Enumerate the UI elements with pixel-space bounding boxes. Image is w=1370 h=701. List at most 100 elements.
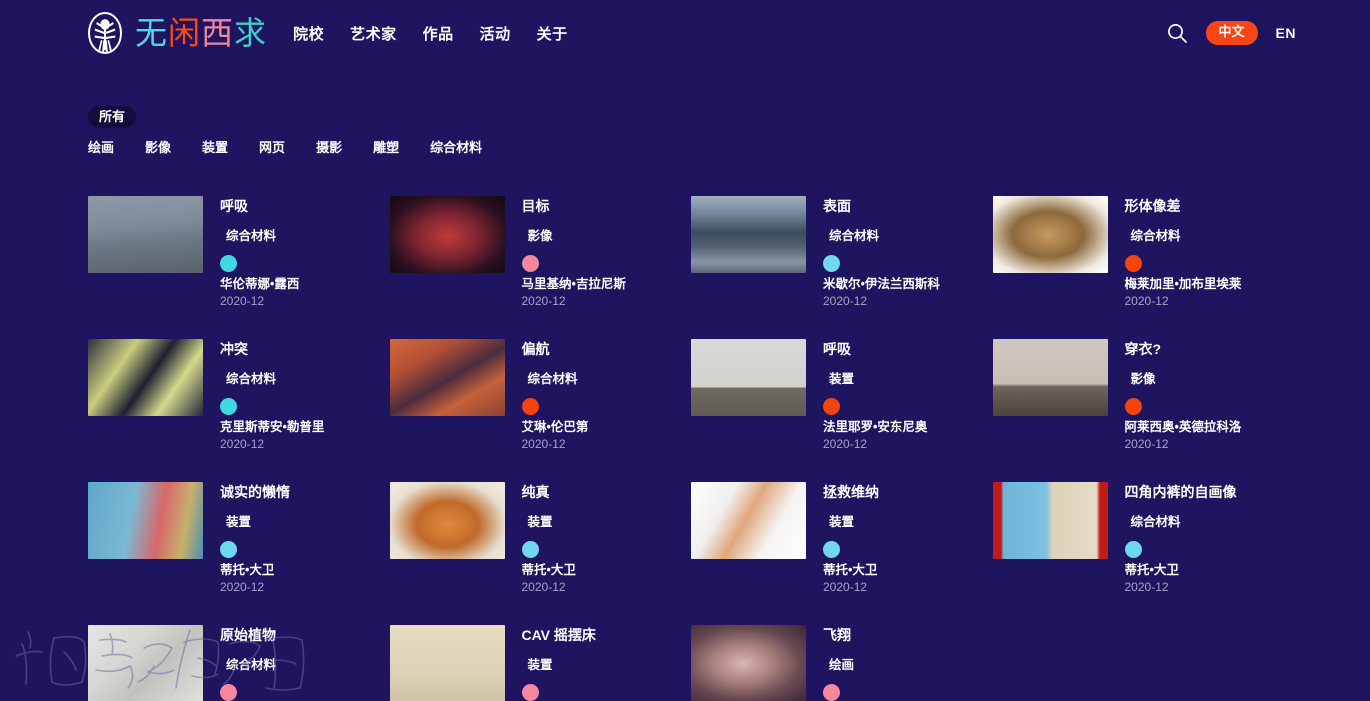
work-card[interactable]: 原始植物综合材料朱利亚纳•斯托里诺2020-12 bbox=[88, 625, 390, 701]
work-date: 2020-12 bbox=[522, 437, 589, 451]
nav-item-events[interactable]: 活动 bbox=[480, 23, 511, 44]
work-card[interactable]: 四角内裤的自画像综合材料蒂托•大卫2020-12 bbox=[993, 482, 1295, 594]
thumb-dressing-video[interactable] bbox=[993, 339, 1108, 416]
thumb-cav-rocking-bed-installation[interactable] bbox=[390, 625, 505, 701]
work-title[interactable]: 原始植物 bbox=[220, 627, 324, 643]
filter-chip-photography[interactable]: 摄影 bbox=[316, 137, 342, 156]
nav-item-artists[interactable]: 艺术家 bbox=[350, 23, 397, 44]
thumb-flying-painting[interactable] bbox=[691, 625, 806, 701]
work-artist[interactable]: 蒂托•大卫 bbox=[522, 563, 576, 578]
thumb-save-venus-installation[interactable] bbox=[691, 482, 806, 559]
thumb-breathing-painting[interactable] bbox=[88, 196, 203, 273]
work-artist[interactable]: 阿莱西奥•英德拉科洛 bbox=[1125, 420, 1242, 435]
work-title[interactable]: 冲突 bbox=[220, 341, 324, 357]
work-card[interactable]: 目标影像马里基纳•吉拉尼斯 2020-12 bbox=[390, 196, 692, 308]
work-title[interactable]: 呼吸 bbox=[823, 341, 927, 357]
work-meta: 偏航综合材料艾琳•伦巴第 2020-12 bbox=[522, 339, 589, 451]
site-logo[interactable]: 无 闲 西 求 bbox=[88, 12, 267, 54]
work-artist[interactable]: 梅莱加里•加布里埃莱 bbox=[1125, 277, 1242, 292]
work-color-dot bbox=[522, 255, 539, 272]
filter-chip-mixedmedia[interactable]: 综合材料 bbox=[430, 137, 482, 156]
work-meta: 形体像差综合材料梅莱加里•加布里埃莱2020-12 bbox=[1125, 196, 1242, 308]
work-title[interactable]: 目标 bbox=[522, 198, 626, 214]
thumb-primitive-plant-mixedmedia[interactable] bbox=[88, 625, 203, 701]
work-artist[interactable]: 蒂托•大卫 bbox=[220, 563, 290, 578]
filter-chip-all[interactable]: 所有 bbox=[88, 106, 136, 128]
logo-char-2: 闲 bbox=[168, 13, 201, 53]
search-icon[interactable] bbox=[1166, 22, 1188, 44]
thumb-boxer-selfportrait-mixedmedia[interactable] bbox=[993, 482, 1108, 559]
work-color-dot bbox=[522, 541, 539, 558]
thumb-yaw-painting[interactable] bbox=[390, 339, 505, 416]
work-artist[interactable]: 法里耶罗•安东尼奥 bbox=[823, 420, 927, 435]
thumb-honest-laziness-installation[interactable] bbox=[88, 482, 203, 559]
work-card[interactable]: 冲突综合材料克里斯蒂安•勒普里2020-12 bbox=[88, 339, 390, 451]
work-artist[interactable]: 艾琳•伦巴第 bbox=[522, 420, 589, 435]
work-card[interactable]: CAV 摇摆床装置朱利亚纳•斯托里诺2020-12 bbox=[390, 625, 692, 701]
work-date: 2020-12 bbox=[220, 437, 324, 451]
work-artist[interactable]: 华伦蒂娜•露西 bbox=[220, 277, 299, 292]
thumb-conflict-mixedmedia[interactable] bbox=[88, 339, 203, 416]
filter-chip-painting[interactable]: 绘画 bbox=[88, 137, 114, 156]
circular-feather-emblem-icon bbox=[88, 12, 122, 54]
work-title[interactable]: 偏航 bbox=[522, 341, 589, 357]
logo-wordmark: 无 闲 西 求 bbox=[135, 12, 267, 54]
filter-row: 绘画 影像 装置 网页 摄影 雕塑 综合材料 bbox=[88, 137, 1370, 156]
work-date: 2020-12 bbox=[823, 437, 927, 451]
work-card[interactable]: 诚实的懒惰装置蒂托•大卫2020-12 bbox=[88, 482, 390, 594]
work-color-dot bbox=[522, 398, 539, 415]
lang-toggle-chinese[interactable]: 中文 bbox=[1206, 21, 1258, 45]
work-artist[interactable]: 蒂托•大卫 bbox=[823, 563, 879, 578]
work-date: 2020-12 bbox=[1125, 294, 1242, 308]
thumb-innocence-installation[interactable] bbox=[390, 482, 505, 559]
work-card[interactable]: 穿衣?影像阿莱西奥•英德拉科洛2020-12 bbox=[993, 339, 1295, 451]
work-title[interactable]: 形体像差 bbox=[1125, 198, 1242, 214]
work-card[interactable]: 呼吸装置法里耶罗•安东尼奥2020-12 bbox=[691, 339, 993, 451]
thumb-target-video[interactable] bbox=[390, 196, 505, 273]
work-card[interactable]: 拯救维纳装置蒂托•大卫2020-12 bbox=[691, 482, 993, 594]
thumb-surface-mixedmedia[interactable] bbox=[691, 196, 806, 273]
work-meta: 诚实的懒惰装置蒂托•大卫2020-12 bbox=[220, 482, 290, 594]
work-card[interactable]: 表面综合材料米歇尔•伊法兰西斯科2020-12 bbox=[691, 196, 993, 308]
work-card[interactable]: 偏航综合材料艾琳•伦巴第 2020-12 bbox=[390, 339, 692, 451]
work-title[interactable]: 表面 bbox=[823, 198, 940, 214]
work-card[interactable]: 呼吸综合材料华伦蒂娜•露西2020-12 bbox=[88, 196, 390, 308]
work-category: 综合材料 bbox=[522, 372, 589, 386]
filter-active-row: 所有 bbox=[88, 106, 1370, 128]
work-title[interactable]: 诚实的懒惰 bbox=[220, 484, 290, 500]
work-date: 2020-12 bbox=[823, 580, 879, 594]
work-color-dot bbox=[823, 255, 840, 272]
work-artist[interactable]: 蒂托•大卫 bbox=[1125, 563, 1237, 578]
work-category: 影像 bbox=[522, 229, 626, 243]
filter-chip-webpage[interactable]: 网页 bbox=[259, 137, 285, 156]
nav-item-about[interactable]: 关于 bbox=[537, 23, 568, 44]
work-title[interactable]: 穿衣? bbox=[1125, 341, 1242, 357]
work-title[interactable]: 飞翔 bbox=[823, 627, 927, 643]
work-card[interactable]: 纯真装置蒂托•大卫 2020-12 bbox=[390, 482, 692, 594]
work-artist[interactable]: 马里基纳•吉拉尼斯 bbox=[522, 277, 626, 292]
logo-char-1: 无 bbox=[135, 13, 168, 53]
work-date: 2020-12 bbox=[522, 294, 626, 308]
work-artist[interactable]: 克里斯蒂安•勒普里 bbox=[220, 420, 324, 435]
work-date: 2020-12 bbox=[522, 580, 576, 594]
filter-chip-video[interactable]: 影像 bbox=[145, 137, 171, 156]
work-title[interactable]: 呼吸 bbox=[220, 198, 299, 214]
work-meta: 呼吸综合材料华伦蒂娜•露西2020-12 bbox=[220, 196, 299, 308]
work-title[interactable]: CAV 摇摆床 bbox=[522, 627, 626, 643]
filter-chip-sculpture[interactable]: 雕塑 bbox=[373, 137, 399, 156]
work-card[interactable]: 飞翔绘画朱利亚纳•斯托里诺2020-12 bbox=[691, 625, 993, 701]
thumb-breathing-installation[interactable] bbox=[691, 339, 806, 416]
lang-toggle-english[interactable]: EN bbox=[1276, 25, 1296, 41]
work-title[interactable]: 四角内裤的自画像 bbox=[1125, 484, 1237, 500]
work-category: 装置 bbox=[522, 515, 576, 529]
work-title[interactable]: 拯救维纳 bbox=[823, 484, 879, 500]
main-nav: 院校 艺术家 作品 活动 关于 bbox=[293, 23, 568, 44]
nav-item-schools[interactable]: 院校 bbox=[293, 23, 324, 44]
filter-chip-installation[interactable]: 装置 bbox=[202, 137, 228, 156]
work-artist[interactable]: 米歇尔•伊法兰西斯科 bbox=[823, 277, 940, 292]
thumb-aberration-mixedmedia[interactable] bbox=[993, 196, 1108, 273]
work-title[interactable]: 纯真 bbox=[522, 484, 576, 500]
work-card[interactable]: 形体像差综合材料梅莱加里•加布里埃莱2020-12 bbox=[993, 196, 1295, 308]
nav-item-works[interactable]: 作品 bbox=[423, 23, 454, 44]
work-color-dot bbox=[1125, 255, 1142, 272]
